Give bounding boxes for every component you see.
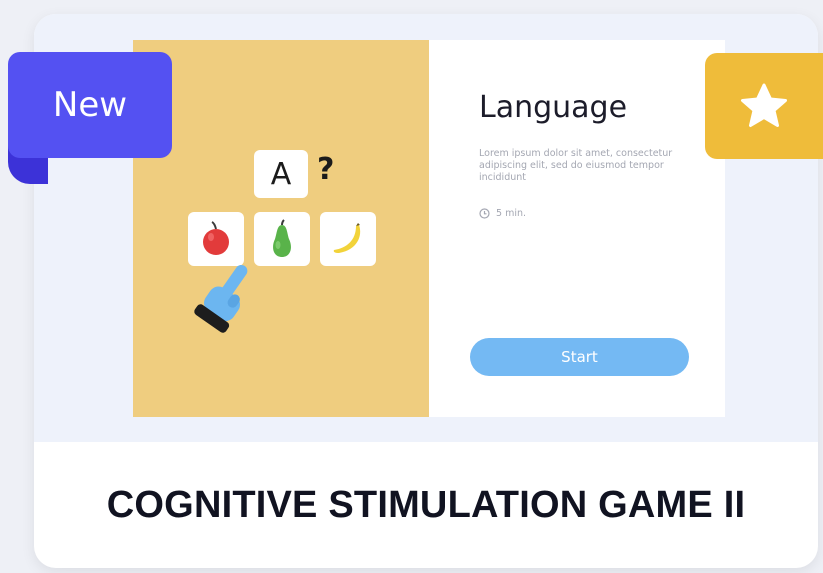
- favorite-button[interactable]: [705, 53, 823, 159]
- start-button: Start: [470, 338, 689, 376]
- pointing-hand-icon: [194, 264, 248, 333]
- game-title[interactable]: COGNITIVE STIMULATION GAME II: [34, 442, 818, 568]
- preview-description: Lorem ipsum dolor sit amet, consectetur …: [479, 148, 673, 183]
- question-mark: ?: [317, 152, 335, 187]
- preview-time-label: 5 min.: [496, 208, 526, 219]
- pear-icon: [273, 219, 291, 257]
- letter-tile: A: [254, 150, 308, 198]
- new-badge-label: New: [8, 52, 172, 158]
- clock-icon: [479, 208, 490, 219]
- game-preview: A ? Language Lorem ipsum dolor sit amet,…: [133, 40, 725, 417]
- preview-title: Language: [479, 90, 628, 125]
- preview-duration: 5 min.: [479, 208, 526, 219]
- preview-illustration: A ?: [133, 40, 429, 417]
- star-icon: [741, 83, 787, 127]
- preview-details: Language Lorem ipsum dolor sit amet, con…: [429, 40, 725, 417]
- banana-icon: [333, 223, 361, 253]
- letter-label: A: [270, 156, 292, 192]
- banana-tile: [320, 212, 376, 266]
- new-badge: New: [8, 52, 172, 184]
- start-button-label: Start: [561, 348, 598, 366]
